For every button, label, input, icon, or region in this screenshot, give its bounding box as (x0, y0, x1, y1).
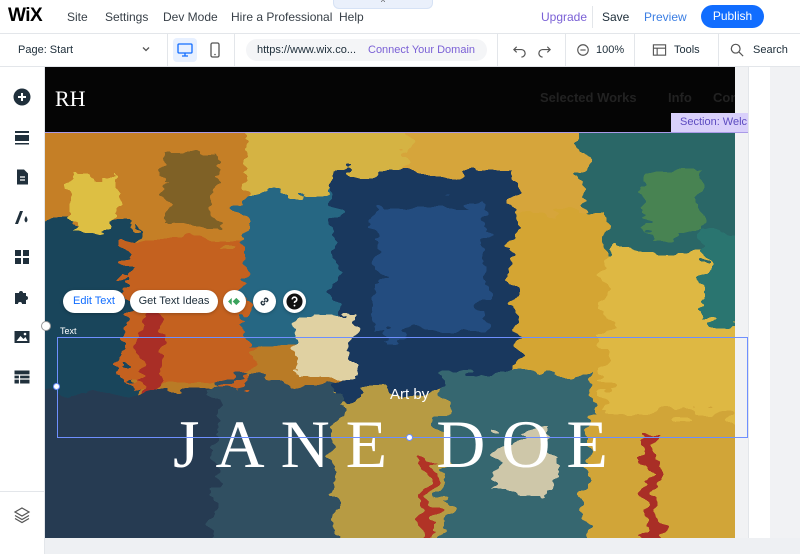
nav-info[interactable]: Info (668, 90, 692, 105)
divider (167, 34, 168, 67)
divider (592, 6, 593, 28)
section-label[interactable]: Section: Welc (671, 113, 748, 132)
layers-button[interactable] (10, 503, 34, 527)
layers-icon (13, 507, 31, 524)
menu-site[interactable]: Site (67, 10, 88, 24)
animation-icon (228, 297, 240, 306)
table-icon (14, 370, 30, 384)
hero-title[interactable]: JANE DOE (173, 405, 624, 484)
puzzle-icon (15, 291, 28, 304)
divider (634, 34, 635, 67)
mobile-view-button[interactable] (203, 38, 227, 62)
section-boundary-line (45, 132, 748, 133)
drag-handle[interactable] (41, 321, 51, 331)
pages-button[interactable] (10, 165, 34, 189)
link-button[interactable] (253, 290, 276, 313)
resize-handle-bottom[interactable] (406, 434, 413, 441)
apps-grid-icon (15, 250, 29, 264)
resize-handle-left[interactable] (53, 383, 60, 390)
tools-button[interactable]: Tools (674, 44, 700, 56)
add-elements-button[interactable] (10, 85, 34, 109)
menu-hire-professional[interactable]: Hire a Professional (231, 10, 332, 24)
apps-button[interactable] (10, 245, 34, 269)
mobile-icon (210, 42, 220, 58)
edit-text-button[interactable]: Edit Text (63, 290, 125, 313)
menu-settings[interactable]: Settings (105, 10, 148, 24)
editor-toolbar: Page: Start https://www.wix.co... Connec… (0, 34, 800, 67)
chevron-up-icon: ^ (381, 0, 385, 7)
wix-logo[interactable]: WiX (8, 5, 43, 27)
nav-selected-works[interactable]: Selected Works (540, 90, 637, 105)
tools-icon[interactable] (652, 43, 667, 57)
animation-button[interactable] (223, 290, 246, 313)
site-url: https://www.wix.co... (257, 44, 357, 56)
help-icon (286, 293, 303, 310)
connect-domain-link[interactable]: Connect Your Domain (368, 44, 475, 56)
chevron-down-icon[interactable] (141, 44, 151, 54)
redo-icon[interactable] (537, 43, 552, 58)
cms-button[interactable] (10, 365, 34, 389)
pages-icon (17, 169, 28, 185)
desktop-icon (177, 43, 193, 57)
hero-section[interactable]: Art by JANE DOE (45, 133, 735, 538)
sections-icon (15, 131, 29, 145)
menu-dev-mode[interactable]: Dev Mode (163, 10, 218, 24)
element-type-label: Text (60, 326, 77, 336)
media-button[interactable] (10, 325, 34, 349)
site-header[interactable]: RH Selected Works Info Cont (45, 67, 735, 133)
save-button[interactable]: Save (602, 10, 629, 24)
site-url-bar[interactable]: https://www.wix.co... Connect Your Domai… (246, 39, 487, 61)
divider (0, 491, 45, 492)
upgrade-link[interactable]: Upgrade (541, 10, 587, 24)
zoom-out-icon[interactable] (576, 43, 590, 57)
desktop-view-button[interactable] (173, 38, 197, 62)
right-scroll-track[interactable] (748, 67, 770, 538)
collapse-toolbar-handle[interactable]: ^ (333, 0, 433, 9)
site-logo[interactable]: RH (55, 86, 86, 112)
add-icon (13, 88, 31, 106)
search-icon[interactable] (730, 43, 744, 57)
undo-icon[interactable] (512, 43, 527, 58)
image-icon (14, 331, 30, 343)
page-selector[interactable]: Page: Start (18, 44, 73, 56)
search-button[interactable]: Search (753, 44, 788, 56)
left-sidebar (0, 67, 45, 554)
preview-button[interactable]: Preview (644, 10, 687, 24)
nav-contact[interactable]: Cont (713, 90, 735, 105)
top-menu-bar: WiX Site Settings Dev Mode Hire a Profes… (0, 0, 800, 34)
menu-help[interactable]: Help (339, 10, 364, 24)
bottom-strip (45, 538, 800, 554)
help-button[interactable] (283, 290, 306, 313)
design-icon (15, 211, 28, 224)
link-icon (260, 297, 269, 306)
site-design-button[interactable] (10, 205, 34, 229)
divider (718, 34, 719, 67)
divider (497, 34, 498, 67)
get-text-ideas-button[interactable]: Get Text Ideas (130, 290, 218, 313)
zoom-level[interactable]: 100% (596, 44, 624, 56)
business-tools-button[interactable] (10, 285, 34, 309)
divider (234, 34, 235, 67)
add-section-button[interactable] (10, 125, 34, 149)
publish-button[interactable]: Publish (701, 5, 764, 28)
hero-subtitle[interactable]: Art by (390, 386, 429, 403)
divider (565, 34, 566, 67)
